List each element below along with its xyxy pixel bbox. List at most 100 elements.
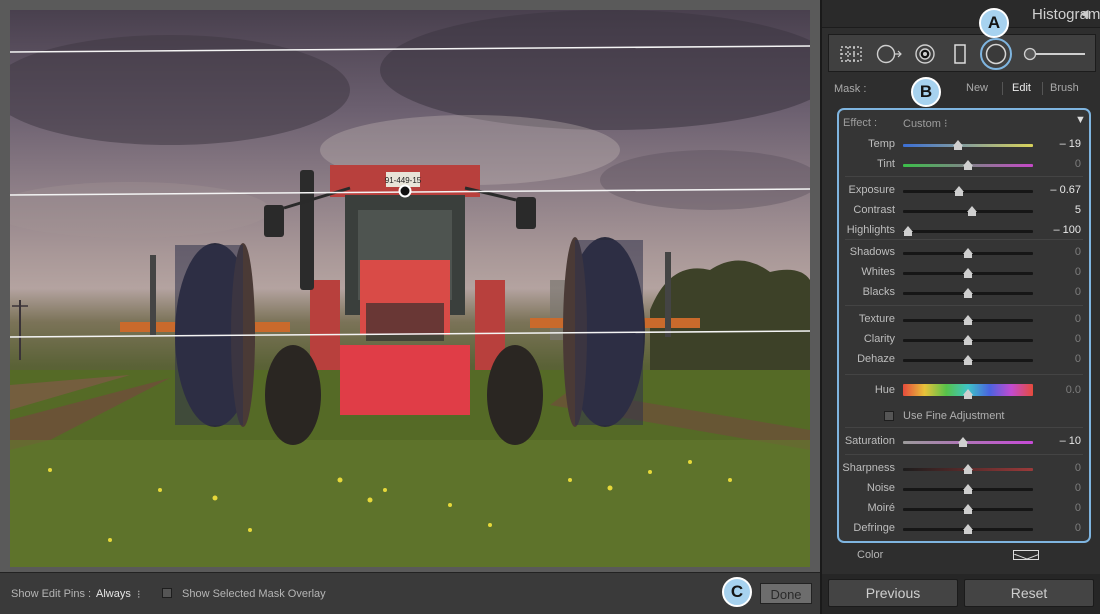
texture-slider[interactable]: [903, 315, 1033, 325]
done-button[interactable]: Done: [760, 583, 812, 604]
clarity-slider[interactable]: [903, 335, 1033, 345]
slider-row-highlights: Highlights – 100: [839, 224, 1089, 240]
slider-label: Shadows: [849, 246, 895, 258]
effect-row: Effect : Custom ⁝ ▼: [839, 114, 1089, 132]
slider-value[interactable]: 0: [1075, 266, 1081, 278]
slider-value[interactable]: – 10: [1060, 435, 1081, 447]
slider-row-hue: Hue 0.0: [839, 384, 1089, 400]
bottom-toolbar: Show Edit Pins : Always ⁝ Show Selected …: [0, 572, 820, 614]
effect-preset-select[interactable]: Custom ⁝: [903, 117, 947, 130]
hue-slider[interactable]: [903, 384, 1033, 399]
slider-row-exposure: Exposure – 0.67: [839, 184, 1089, 200]
slider-value[interactable]: 0: [1075, 353, 1081, 365]
shadows-slider[interactable]: [903, 248, 1033, 258]
red-eye-icon[interactable]: [913, 44, 937, 64]
slider-thumb[interactable]: [963, 268, 973, 278]
slider-thumb[interactable]: [966, 206, 977, 216]
slider-label: Contrast: [853, 204, 895, 216]
callout-c: C: [722, 577, 752, 607]
tint-slider[interactable]: [903, 160, 1033, 170]
slider-label: Temp: [868, 138, 895, 150]
blacks-slider[interactable]: [903, 288, 1033, 298]
whites-slider[interactable]: [903, 268, 1033, 278]
slider-value[interactable]: 5: [1075, 204, 1081, 216]
mask-new-option[interactable]: New: [966, 82, 988, 94]
highlights-slider[interactable]: [903, 226, 1033, 236]
slider-label: Texture: [858, 313, 895, 325]
reset-button[interactable]: Reset: [964, 579, 1094, 607]
noise-slider[interactable]: [903, 484, 1033, 494]
photo-preview[interactable]: 91-449-15: [10, 10, 810, 567]
slider-thumb[interactable]: [963, 524, 973, 534]
mask-brush-option[interactable]: Brush: [1050, 82, 1079, 94]
radial-filter-icon[interactable]: [979, 38, 1013, 70]
previous-button[interactable]: Previous: [828, 579, 958, 607]
section-divider: [845, 305, 1083, 306]
mask-row: Mask : New Edit Brush: [828, 78, 1096, 102]
slider-row-clarity: Clarity 0: [839, 333, 1089, 349]
effect-preset-value: Custom: [903, 118, 941, 130]
slider-thumb[interactable]: [963, 355, 973, 365]
slider-row-blacks: Blacks 0: [839, 286, 1089, 302]
slider-value[interactable]: 0: [1075, 286, 1081, 298]
slider-value[interactable]: 0: [1075, 158, 1081, 170]
histogram-header[interactable]: Histogram ◀: [822, 0, 1100, 28]
slider-value[interactable]: 0: [1075, 522, 1081, 534]
slider-thumb[interactable]: [952, 140, 963, 150]
slider-thumb[interactable]: [963, 160, 973, 170]
slider-value[interactable]: 0: [1075, 313, 1081, 325]
slider-thumb[interactable]: [963, 389, 973, 399]
sharpness-slider[interactable]: [903, 464, 1033, 474]
color-swatch[interactable]: [1013, 550, 1039, 560]
contrast-slider[interactable]: [903, 206, 1033, 216]
slider-value[interactable]: 0: [1075, 502, 1081, 514]
saturation-slider[interactable]: [903, 437, 1033, 447]
fine-adjustment-checkbox[interactable]: [884, 411, 894, 423]
slider-thumb[interactable]: [957, 437, 968, 447]
edit-pins-select[interactable]: Always: [96, 588, 131, 600]
mask-overlay-checkbox[interactable]: [162, 588, 172, 600]
mask-label: Mask :: [834, 83, 867, 95]
graduated-filter-icon[interactable]: [951, 44, 969, 64]
slider-thumb[interactable]: [903, 226, 914, 236]
slider-row-shadows: Shadows 0: [839, 246, 1089, 262]
histogram-title: Histogram: [1032, 6, 1100, 23]
slider-row-saturation: Saturation – 10: [839, 435, 1089, 451]
temp-slider[interactable]: [903, 140, 1033, 150]
slider-thumb[interactable]: [963, 288, 973, 298]
slider-value[interactable]: 0: [1075, 482, 1081, 494]
slider-value[interactable]: 0: [1075, 333, 1081, 345]
slider-value[interactable]: 0: [1075, 246, 1081, 258]
color-row: Color: [822, 548, 1100, 564]
defringe-slider[interactable]: [903, 524, 1033, 534]
slider-thumb[interactable]: [963, 248, 973, 258]
slider-thumb[interactable]: [963, 315, 973, 325]
slider-thumb[interactable]: [963, 335, 973, 345]
slider-thumb[interactable]: [963, 504, 973, 514]
slider-value[interactable]: – 0.67: [1050, 184, 1081, 196]
edit-pins-dropdown-icon[interactable]: ⁝: [137, 588, 141, 601]
slider-value[interactable]: 0.0: [1066, 384, 1081, 396]
exposure-slider[interactable]: [903, 186, 1033, 196]
app-window: 91-449-15 Show Edit Pins : Always ⁝ Show…: [0, 0, 1100, 614]
collapse-triangle-icon[interactable]: ◀: [1080, 7, 1088, 20]
slider-thumb[interactable]: [963, 464, 973, 474]
section-divider: [845, 427, 1083, 428]
adjustment-brush-slider-icon[interactable]: [1023, 47, 1089, 61]
spot-removal-icon[interactable]: [875, 44, 903, 64]
mask-divider: [1042, 82, 1043, 95]
edit-pin[interactable]: [398, 184, 412, 198]
effect-toggle-icon[interactable]: ▼: [1075, 114, 1086, 126]
crop-overlay-icon[interactable]: [839, 44, 863, 64]
slider-thumb[interactable]: [953, 186, 964, 196]
photo-canvas-area: 91-449-15: [0, 0, 820, 572]
slider-value[interactable]: – 100: [1053, 224, 1081, 236]
mask-divider: [1002, 82, 1003, 95]
slider-label: Highlights: [846, 224, 895, 236]
slider-value[interactable]: 0: [1075, 462, 1081, 474]
slider-thumb[interactable]: [963, 484, 973, 494]
mask-edit-option[interactable]: Edit: [1012, 82, 1031, 94]
dehaze-slider[interactable]: [903, 355, 1033, 365]
slider-value[interactable]: – 19: [1060, 138, 1081, 150]
moir-slider[interactable]: [903, 504, 1033, 514]
